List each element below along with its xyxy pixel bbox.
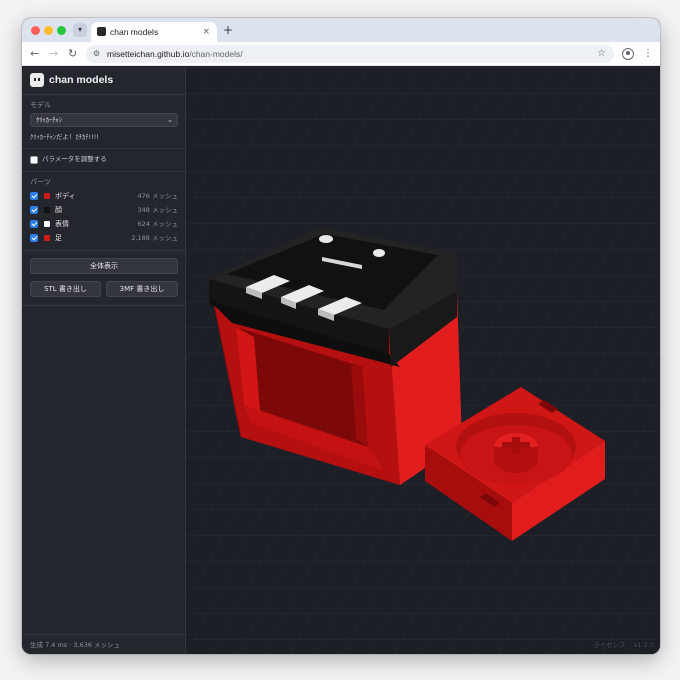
part-row-body[interactable]: ボディ 476 メッシュ [30,190,178,202]
url-text[interactable]: misetteichan.github.io/chan-models/ [107,48,243,60]
cat-logo-icon [30,73,44,87]
part-name: 足 [55,234,62,242]
part-mesh-count: 2,188 メッシュ [131,234,178,242]
tab-close-icon[interactable]: × [202,25,210,39]
reload-icon[interactable]: ↻ [68,46,77,62]
model-select-value: ｸﾘｯｶｰﾁｬﾝ [36,116,62,124]
url-host: misetteichan.github.io [107,49,190,59]
browser-window: ▾ chan models × + ← → ↻ ⚙ misetteichan.g… [22,18,660,654]
part-checkbox[interactable] [30,192,38,200]
profile-icon[interactable] [622,48,634,60]
star-icon[interactable]: ☆ [597,47,606,61]
tab-title: chan models [110,27,159,37]
3d-viewport[interactable]: ライセンス v1.2.0 [186,67,660,654]
url-path: /chan-models/ [189,49,243,59]
part-name: 表情 [55,220,69,228]
part-mesh-count: 348 メッシュ [137,206,178,214]
color-swatch [44,235,50,241]
status-bar: 生成 7.4 ms · 3,636 メッシュ [22,634,186,654]
app: chan models モデル ｸﾘｯｶｰﾁｬﾝ ⌄ ｸﾘｯｶｰﾁｬﾝだよ！ｶﾁ… [22,67,660,654]
model-label: モデル [30,101,51,109]
site-info-icon[interactable]: ⚙ [93,48,100,60]
part-name: ボディ [55,192,76,200]
forward-icon[interactable]: → [49,46,58,62]
adjust-params-checkbox[interactable] [30,156,38,164]
search-tabs-icon[interactable]: ▾ [73,23,87,37]
part-row-face[interactable]: 顔 348 メッシュ [30,204,178,216]
license-link[interactable]: ライセンス [593,641,625,649]
part-checkbox[interactable] [30,220,38,228]
part-mesh-count: 624 メッシュ [137,220,178,228]
divider [22,250,186,251]
color-swatch [44,193,50,199]
model-description: ｸﾘｯｶｰﾁｬﾝだよ！ｶﾁｶﾁ!!!! [30,133,99,141]
zoom-window-button[interactable] [57,26,66,35]
part-name: 顔 [55,206,62,214]
adjust-params-label: パラメータを調整する [42,155,107,163]
minimize-window-button[interactable] [44,26,53,35]
part-row-feet[interactable]: 足 2,188 メッシュ [30,232,178,244]
fit-view-button[interactable]: 全体表示 [30,258,178,274]
browser-toolbar: ← → ↻ ⚙ misetteichan.github.io/chan-mode… [22,42,660,66]
viewport-footer-links: ライセンス v1.2.0 [587,640,654,650]
scene-canvas[interactable] [186,67,660,654]
chevron-down-icon: ⌄ [167,116,173,124]
color-swatch [44,207,50,213]
sidebar: chan models モデル ｸﾘｯｶｰﾁｬﾝ ⌄ ｸﾘｯｶｰﾁｬﾝだよ！ｶﾁ… [22,67,186,654]
status-text: 生成 7.4 ms · 3,636 メッシュ [30,641,121,649]
tab-chan-models[interactable]: chan models × [91,22,217,42]
part-checkbox[interactable] [30,206,38,214]
3mf-export-button[interactable]: 3MF 書き出し [106,281,178,297]
divider [22,148,186,149]
model-select[interactable]: ｸﾘｯｶｰﾁｬﾝ ⌄ [30,113,178,127]
new-tab-button[interactable]: + [223,22,233,38]
parts-label: パーツ [30,178,51,186]
part-mesh-count: 476 メッシュ [137,192,178,200]
divider [22,305,186,306]
menu-icon[interactable]: ⋮ [643,46,653,62]
close-window-button[interactable] [31,26,40,35]
back-icon[interactable]: ← [30,46,39,62]
part-row-expression[interactable]: 表情 624 メッシュ [30,218,178,230]
divider [22,171,186,172]
version-label: v1.2.0 [633,641,654,649]
color-swatch [44,221,50,227]
favicon-icon [97,27,106,36]
stl-export-button[interactable]: STL 書き出し [30,281,101,297]
app-title: chan models [49,74,114,86]
part-checkbox[interactable] [30,234,38,242]
brand: chan models [22,67,186,95]
tab-strip: ▾ chan models × + [22,18,660,42]
address-bar[interactable]: ⚙ misetteichan.github.io/chan-models/ ☆ [86,45,614,63]
